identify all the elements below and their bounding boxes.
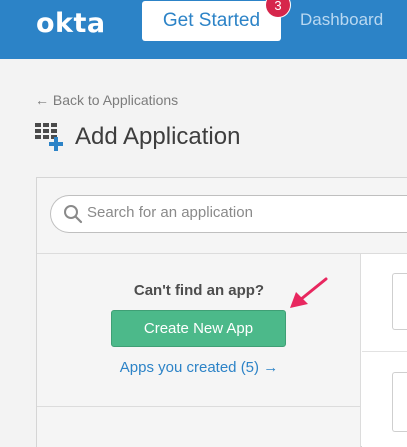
okta-logo[interactable]: okta (36, 8, 106, 39)
top-nav-bar: okta Get Started 3 Dashboard (0, 0, 407, 59)
notification-badge: 3 (266, 0, 290, 17)
apps-you-created-link[interactable]: Apps you created (5) → (37, 359, 361, 376)
search-field[interactable] (50, 195, 407, 233)
add-application-page: ← Back to Applications Add Application S… (0, 59, 407, 447)
page-header: Add Application (35, 122, 240, 152)
page-title: Add Application (75, 123, 241, 150)
divider (37, 406, 361, 407)
search-icon (63, 204, 83, 224)
create-new-app-button[interactable]: Create New App (111, 310, 286, 347)
divider (362, 351, 407, 352)
app-grid-plus-icon (35, 122, 65, 152)
back-to-applications-link[interactable]: ← Back to Applications (35, 92, 178, 108)
pointer-arrow-icon (290, 277, 328, 308)
app-results-column (362, 254, 407, 447)
search-bar-area (37, 178, 407, 254)
app-catalog-panel: Can't find an app? Create New App Apps y… (36, 177, 407, 447)
get-started-button[interactable]: Get Started (142, 1, 281, 41)
dashboard-link[interactable]: Dashboard (300, 10, 383, 30)
app-result-card[interactable] (392, 273, 407, 330)
app-result-card[interactable] (392, 372, 407, 432)
search-input[interactable] (87, 204, 387, 221)
